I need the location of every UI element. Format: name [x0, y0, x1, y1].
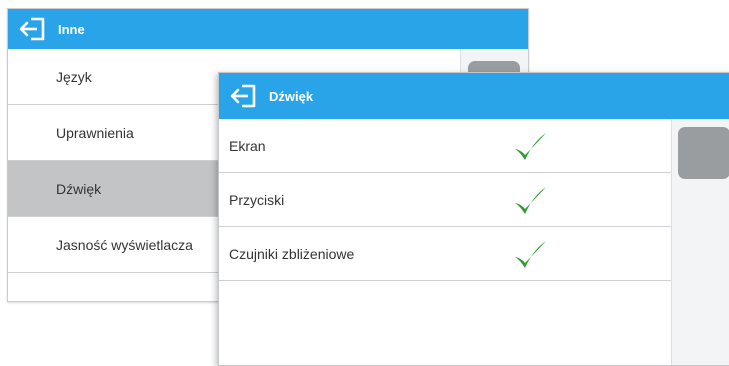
window-title: Inne [58, 21, 85, 37]
checkmark-icon [515, 187, 546, 214]
scrollbar-thumb[interactable] [678, 127, 729, 179]
back-arrow-icon [19, 17, 45, 41]
title-bar: Dźwięk [219, 73, 729, 119]
scrollbar[interactable] [671, 119, 729, 365]
list-item-label: Jasność wyświetlacza [56, 236, 193, 253]
checkmark-icon [515, 133, 546, 160]
title-bar: Inne [8, 9, 528, 49]
list-item-proximity-sensors[interactable]: Czujniki zbliżeniowe [219, 227, 671, 281]
list-item-label: Czujniki zbliżeniowe [229, 245, 355, 262]
checkmark-icon [515, 241, 546, 268]
list-item-label: Ekran [229, 137, 266, 154]
list-item-buttons[interactable]: Przyciski [219, 173, 671, 227]
back-arrow-icon [230, 84, 256, 108]
list-item-label: Dźwięk [56, 180, 102, 197]
list-item-label: Uprawnienia [56, 124, 134, 141]
list-item-screen[interactable]: Ekran [219, 119, 671, 173]
dialog-title: Dźwięk [269, 88, 314, 104]
back-button[interactable] [8, 9, 58, 49]
sound-options-list: Ekran Przyciski Czujniki zbliżeniowe [219, 119, 671, 281]
list-item-label: Język [56, 68, 92, 85]
back-button[interactable] [219, 73, 269, 119]
list-item-label: Przyciski [229, 191, 285, 208]
sound-dialog: Dźwięk Ekran Przyciski Czujniki zbliżeni… [218, 72, 729, 366]
